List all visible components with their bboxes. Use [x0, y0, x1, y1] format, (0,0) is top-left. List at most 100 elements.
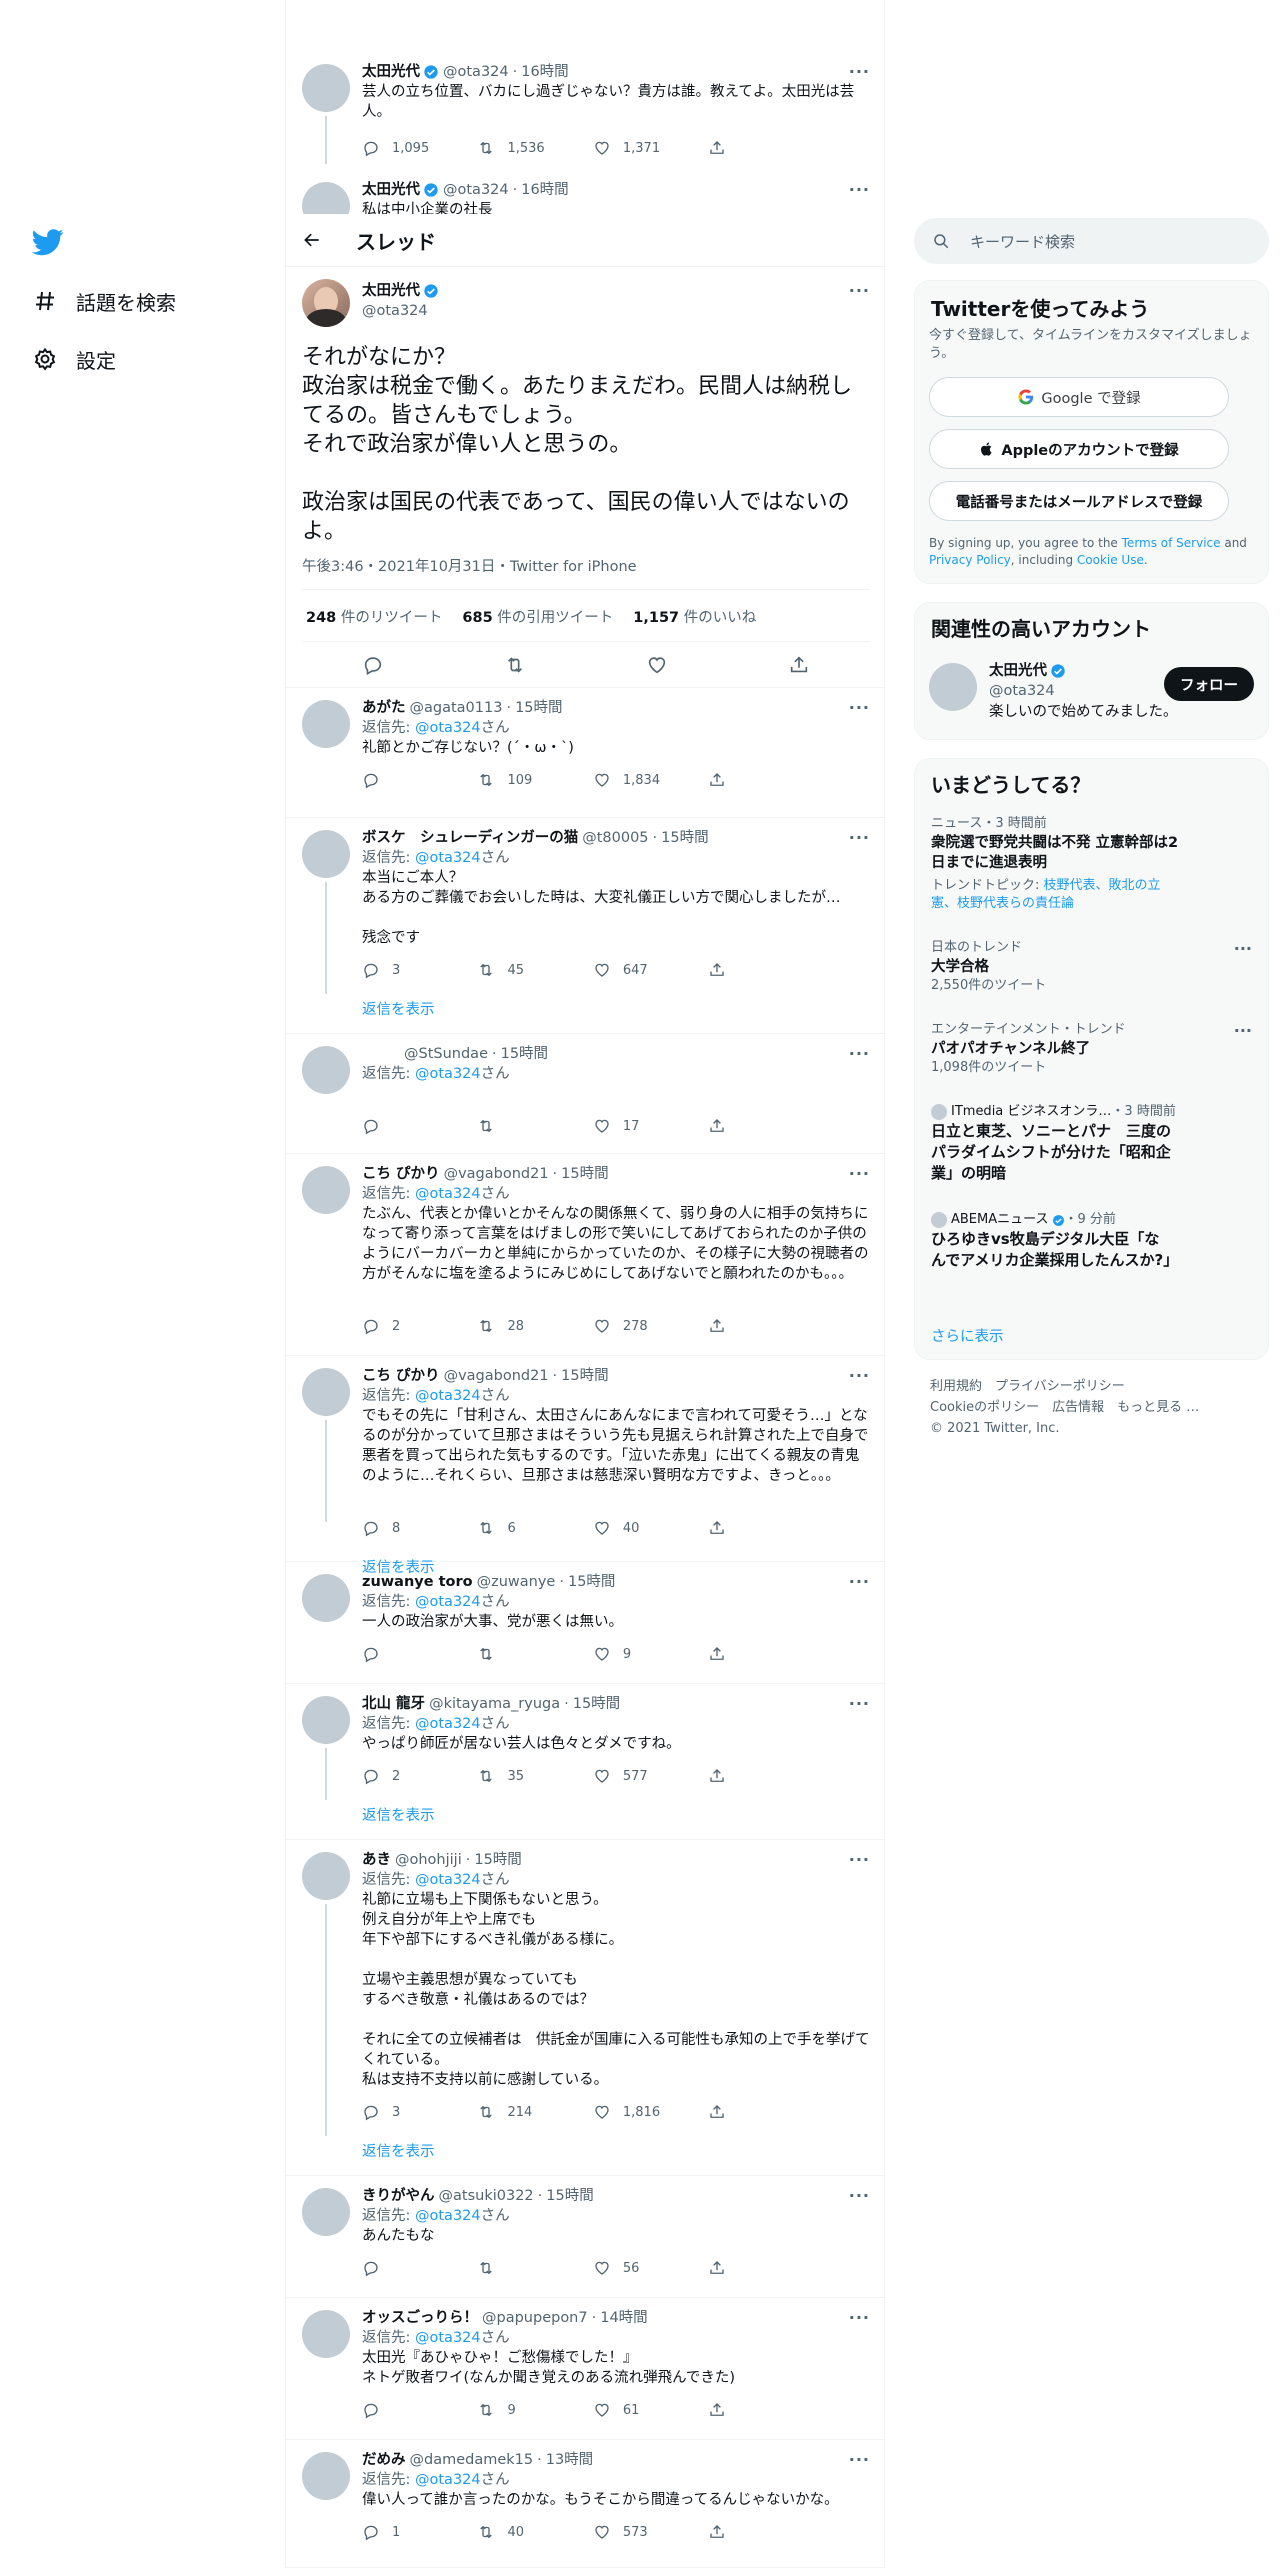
reply-button[interactable] — [362, 1645, 477, 1663]
avatar[interactable] — [302, 1166, 350, 1214]
like-button[interactable]: 61 — [593, 2401, 708, 2419]
author-handle[interactable]: @StSundae — [404, 1044, 488, 1064]
tweet-time[interactable]: 15時間 — [546, 2186, 593, 2206]
reply-tweet[interactable]: だめみ @damedamek15 · 13時間 返信先: @ota324さん 偉い人って誰… — [286, 2440, 884, 2568]
author-handle[interactable]: @kitayama_ryuga — [429, 1694, 560, 1714]
follow-button[interactable]: フォロー — [1164, 667, 1254, 701]
reply-tweet[interactable]: きりがやん @atsuki0322 · 15時間 返信先: @ota324さん あんたもな… — [286, 2176, 884, 2298]
reply-mention-link[interactable]: @ota324 — [415, 1872, 481, 1888]
nav-explore[interactable]: 話題を検索 — [32, 283, 176, 319]
avatar[interactable] — [302, 182, 350, 214]
share-button[interactable] — [708, 2103, 738, 2121]
author-name[interactable]: ボスケ シュレーディンガーの猫 — [362, 828, 578, 848]
search-box[interactable]: キーワード検索 — [914, 218, 1269, 264]
author-handle[interactable]: @agata0113 — [410, 698, 503, 718]
reply-icon[interactable] — [362, 654, 384, 676]
tweet-time[interactable]: 16時間 — [521, 62, 568, 82]
retweet-button[interactable]: 45 — [477, 961, 592, 979]
tweet-time[interactable]: 15時間 — [568, 1572, 615, 1592]
google-signup-button[interactable]: Google で登録 — [929, 377, 1229, 417]
trend-item[interactable]: 日本のトレンド 大学合格 2,550件のツイート ··· — [931, 939, 1252, 995]
more-icon[interactable]: ··· — [849, 1694, 870, 1713]
reply-mention-link[interactable]: @ota324 — [415, 720, 481, 736]
retweet-button[interactable]: 28 — [477, 1317, 592, 1335]
like-stat[interactable]: 1,157 件のいいね — [633, 606, 756, 627]
retweet-button[interactable] — [477, 1645, 592, 1663]
like-button[interactable]: 9 — [593, 1645, 708, 1663]
reply-mention-link[interactable]: @ota324 — [415, 1186, 481, 1202]
author-name[interactable]: 北山 龍牙 — [362, 1694, 425, 1714]
news-item[interactable]: ITmedia ビジネスオンラ… ・ 3 時間前 日立と東芝、ソニーとパナ 三度のパ… — [931, 1103, 1252, 1184]
more-icon[interactable]: ··· — [849, 62, 870, 81]
avatar[interactable] — [302, 64, 350, 112]
avatar[interactable] — [302, 279, 350, 327]
reply-tweet[interactable]: 北山 龍牙 @kitayama_ryuga · 15時間 返信先: @ota324さんや… — [286, 1684, 884, 1840]
tweet-meta[interactable]: 午後3:46・2021年10月31日・Twitter for iPhone — [302, 555, 637, 576]
show-replies-link[interactable]: 返信を表示 — [362, 1804, 435, 1825]
author-handle[interactable]: @zuwanye — [477, 1572, 556, 1592]
author-handle[interactable]: @ota324 — [443, 180, 509, 200]
like-button[interactable]: 56 — [593, 2259, 708, 2277]
avatar[interactable] — [302, 1574, 350, 1622]
apple-signup-button[interactable]: Appleのアカウントで登録 — [929, 429, 1229, 469]
reply-button[interactable]: 2 — [362, 1767, 477, 1785]
context-tweet-2[interactable]: 太田光代 @ota324 · 16時間 私は中小企業の社長 ··· — [286, 170, 884, 214]
footer-terms[interactable]: 利用規約 — [930, 1379, 982, 1394]
phone-signup-button[interactable]: 電話番号またはメールアドレスで登録 — [929, 481, 1229, 521]
author-handle[interactable]: @papupepon7 — [482, 2308, 588, 2328]
avatar[interactable] — [302, 2310, 350, 2358]
share-button[interactable] — [708, 2401, 738, 2419]
author-handle[interactable]: @ota324 — [443, 62, 509, 82]
retweet-button[interactable]: 9 — [477, 2401, 592, 2419]
privacy-link[interactable]: Privacy Policy — [929, 553, 1011, 567]
more-icon[interactable]: ··· — [849, 828, 870, 847]
share-button[interactable] — [708, 1519, 738, 1537]
tweet-time[interactable]: 15時間 — [661, 828, 708, 848]
retweet-icon[interactable] — [504, 654, 526, 676]
reply-button[interactable] — [362, 771, 477, 789]
author-name[interactable]: オッスごっりら！ — [362, 2308, 478, 2328]
share-button[interactable] — [708, 1767, 738, 1785]
like-button[interactable]: 647 — [593, 961, 708, 979]
reply-tweet[interactable]: あき @ohohjiji · 15時間 返信先: @ota324さん 礼節に立場も上下関係… — [286, 1840, 884, 2176]
show-replies-link[interactable]: 返信を表示 — [362, 2140, 435, 2161]
author-name[interactable]: 太田光代 — [362, 281, 420, 301]
author-name[interactable]: だめみ — [362, 2450, 406, 2470]
like-button[interactable]: 1,371 — [593, 139, 708, 157]
like-button[interactable]: 1,834 — [593, 771, 708, 789]
avatar[interactable] — [302, 1696, 350, 1744]
footer-cookie[interactable]: Cookieのポリシー — [930, 1400, 1039, 1415]
reply-tweet[interactable]: あがた @agata0113 · 15時間 返信先: @ota324さん 礼節とかご存じな… — [286, 688, 884, 818]
retweet-button[interactable]: 35 — [477, 1767, 592, 1785]
share-button[interactable] — [708, 1117, 738, 1135]
reply-button[interactable]: 2 — [362, 1317, 477, 1335]
trend-item[interactable]: ニュース・3 時間前 衆院選で野党共闘は不発 立憲幹部は2日までに進退表明 トレ… — [931, 815, 1252, 913]
retweet-button[interactable] — [477, 2259, 592, 2277]
tweet-time[interactable]: 15時間 — [515, 698, 562, 718]
author-name[interactable]: あがた — [362, 698, 406, 718]
cookie-link[interactable]: Cookie Use — [1077, 553, 1144, 567]
reply-tweet[interactable]: オッスごっりら！ @papupepon7 · 14時間 返信先: @ota324さん 太田… — [286, 2298, 884, 2440]
tweet-time[interactable]: 15時間 — [561, 1164, 608, 1184]
reply-tweet[interactable]: こち ぴかり @vagabond21 · 15時間 返信先: @ota324さん たぶん、… — [286, 1154, 884, 1356]
footer-more[interactable]: もっと見る … — [1117, 1400, 1199, 1415]
related-handle[interactable]: @ota324 — [989, 681, 1178, 701]
like-button[interactable]: 40 — [593, 1519, 708, 1537]
related-name[interactable]: 太田光代 — [989, 661, 1047, 681]
reply-button[interactable]: 1,095 — [362, 139, 477, 157]
retweet-button[interactable]: 214 — [477, 2103, 592, 2121]
back-arrow-icon[interactable] — [302, 230, 322, 250]
avatar[interactable] — [302, 2188, 350, 2236]
more-icon[interactable]: ··· — [849, 1366, 870, 1385]
more-icon[interactable]: ··· — [849, 2450, 870, 2469]
retweet-button[interactable]: 6 — [477, 1519, 592, 1537]
like-button[interactable]: 278 — [593, 1317, 708, 1335]
reply-button[interactable] — [362, 2401, 477, 2419]
author-name[interactable]: 太田光代 — [362, 180, 420, 200]
avatar[interactable] — [929, 663, 977, 711]
tweet-time[interactable]: 15時間 — [474, 1850, 521, 1870]
author-name[interactable]: こち ぴかり — [362, 1366, 440, 1386]
avatar[interactable] — [302, 830, 350, 878]
reply-mention-link[interactable]: @ota324 — [415, 2472, 481, 2488]
avatar[interactable] — [302, 1852, 350, 1900]
